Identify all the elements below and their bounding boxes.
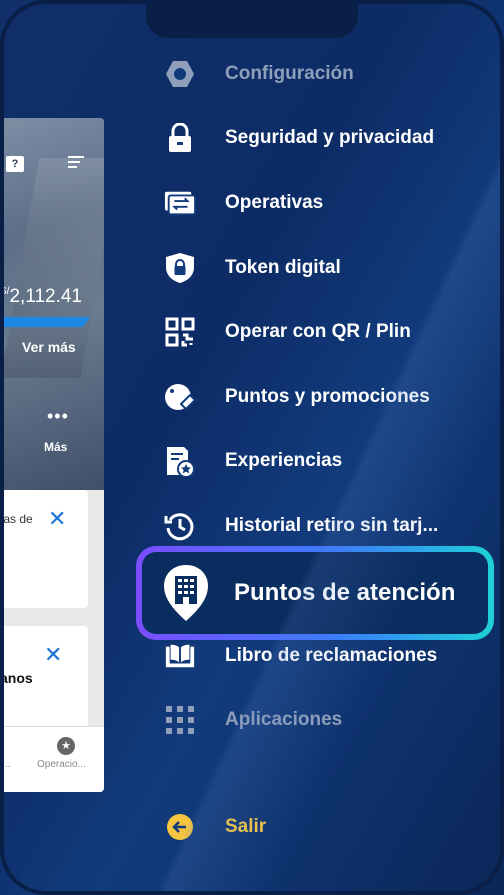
balance-bar	[0, 317, 90, 327]
menu-label: Experiencias	[225, 450, 343, 471]
preview-card: tas de ✕	[0, 490, 88, 608]
star-icon: ★	[57, 737, 75, 755]
more-dots-icon[interactable]: •••	[47, 407, 69, 425]
gear-icon	[164, 58, 196, 90]
highlight-inner: Puntos de atención	[142, 552, 488, 634]
shield-lock-icon	[164, 252, 196, 284]
history-icon	[164, 510, 196, 542]
tag-icon	[164, 381, 196, 413]
balance-amount: S/2,112.41	[0, 286, 83, 307]
menu-label: Seguridad y privacidad	[225, 127, 435, 148]
menu-item-aplicaciones[interactable]: Aplicaciones	[160, 700, 490, 740]
help-icon[interactable]: ?	[6, 156, 24, 172]
menu-item-configuracion[interactable]: Configuración	[160, 54, 490, 94]
menu-item-historial[interactable]: Historial retiro sin tarj...	[160, 506, 490, 546]
preview-hero: ? S/2,112.41 Ver más ••• Más	[0, 118, 104, 490]
card-text: tas de	[0, 512, 33, 526]
lock-icon	[164, 122, 196, 154]
building-location-icon	[164, 565, 208, 621]
document-star-icon	[164, 445, 196, 477]
menu-label: Token digital	[225, 257, 341, 278]
menu-item-qr[interactable]: Operar con QR / Plin	[160, 312, 490, 352]
close-icon[interactable]: ✕	[44, 644, 62, 666]
app-preview[interactable]: ? S/2,112.41 Ver más ••• Más tas de ✕ ✕ …	[0, 118, 104, 792]
phone-screen: ? S/2,112.41 Ver más ••• Más tas de ✕ ✕ …	[0, 0, 504, 895]
card-text: anos	[0, 670, 33, 686]
menu-item-seguridad[interactable]: Seguridad y privacidad	[160, 118, 490, 158]
mas-label: Más	[44, 440, 68, 454]
menu-label: Puntos y promociones	[225, 386, 430, 407]
menu-item-puntos-promociones[interactable]: Puntos y promociones	[160, 377, 490, 417]
logout-button[interactable]: Salir	[160, 807, 490, 847]
transfer-icon	[164, 187, 196, 219]
menu-item-experiencias[interactable]: Experiencias	[160, 441, 490, 481]
menu-item-token[interactable]: Token digital	[160, 248, 490, 288]
tab-label-operaciones[interactable]: Operacio...	[37, 759, 86, 770]
highlight-label: Puntos de atención	[234, 579, 456, 606]
menu-label: Historial retiro sin tarj...	[225, 515, 439, 536]
menu-item-libro-reclamaciones[interactable]: Libro de reclamaciones	[160, 636, 490, 676]
menu-item-operativas[interactable]: Operativas	[160, 183, 490, 223]
menu-label: Operar con QR / Plin	[225, 321, 411, 342]
arrow-left-icon	[164, 811, 196, 843]
ver-mas-link[interactable]: Ver más	[22, 339, 76, 355]
close-icon[interactable]: ✕	[48, 508, 66, 530]
menu-label: Aplicaciones	[225, 709, 343, 730]
menu-item-puntos-atencion[interactable]: Puntos de atención	[136, 546, 494, 640]
qr-icon	[164, 316, 196, 348]
tab-label[interactable]: i...	[0, 759, 11, 770]
preview-tabbar: ★ i... Operacio...	[0, 726, 104, 792]
grid-icon	[164, 704, 196, 736]
menu-icon[interactable]	[68, 156, 84, 171]
device-notch	[146, 0, 358, 38]
menu-label: Configuración	[225, 63, 354, 84]
logout-label: Salir	[225, 816, 267, 837]
book-icon	[164, 640, 196, 672]
menu-label: Libro de reclamaciones	[225, 645, 438, 666]
menu-label: Operativas	[225, 192, 324, 213]
preview-card: ✕ anos	[0, 626, 88, 736]
